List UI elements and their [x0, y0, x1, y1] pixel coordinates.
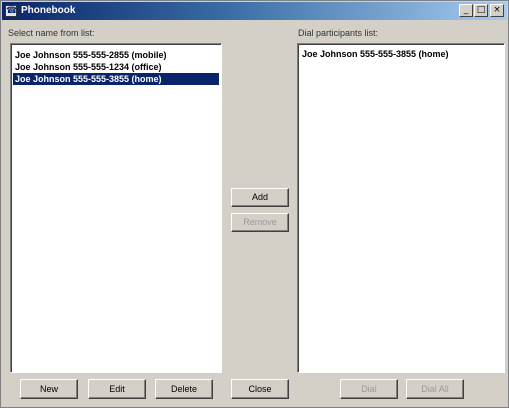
phonebook-icon: ☎: [5, 5, 18, 17]
minimize-icon: _: [463, 5, 469, 15]
name-list[interactable]: Joe Johnson 555-555-2855 (mobile) Joe Jo…: [10, 43, 222, 373]
minimize-button[interactable]: _: [459, 4, 473, 17]
list-item[interactable]: Joe Johnson 555-555-1234 (office): [11, 61, 221, 73]
close-button[interactable]: ×: [490, 4, 504, 17]
close-icon: ×: [493, 5, 501, 15]
close-dialog-button[interactable]: Close: [231, 379, 289, 399]
window-title: Phonebook: [21, 5, 76, 16]
list-item-selected[interactable]: Joe Johnson 555-555-3855 (home): [13, 73, 219, 85]
phonebook-window: ☎ Phonebook _ □ × Select name from list:…: [0, 0, 509, 408]
add-button[interactable]: Add: [231, 188, 289, 207]
new-button[interactable]: New: [20, 379, 78, 399]
delete-button[interactable]: Delete: [155, 379, 213, 399]
right-list-label: Dial participants list:: [298, 28, 379, 38]
maximize-button[interactable]: □: [474, 4, 488, 17]
list-item[interactable]: Joe Johnson 555-555-2855 (mobile): [11, 49, 221, 61]
dial-all-button[interactable]: Dial All: [406, 379, 464, 399]
list-item[interactable]: Joe Johnson 555-555-3855 (home): [298, 48, 504, 60]
title-bar[interactable]: ☎ Phonebook _ □ ×: [2, 2, 507, 20]
dial-button[interactable]: Dial: [340, 379, 398, 399]
remove-button[interactable]: Remove: [231, 213, 289, 232]
dial-participants-list[interactable]: Joe Johnson 555-555-3855 (home): [297, 43, 505, 373]
maximize-icon: □: [476, 5, 486, 15]
edit-button[interactable]: Edit: [88, 379, 146, 399]
left-list-label: Select name from list:: [8, 28, 95, 38]
